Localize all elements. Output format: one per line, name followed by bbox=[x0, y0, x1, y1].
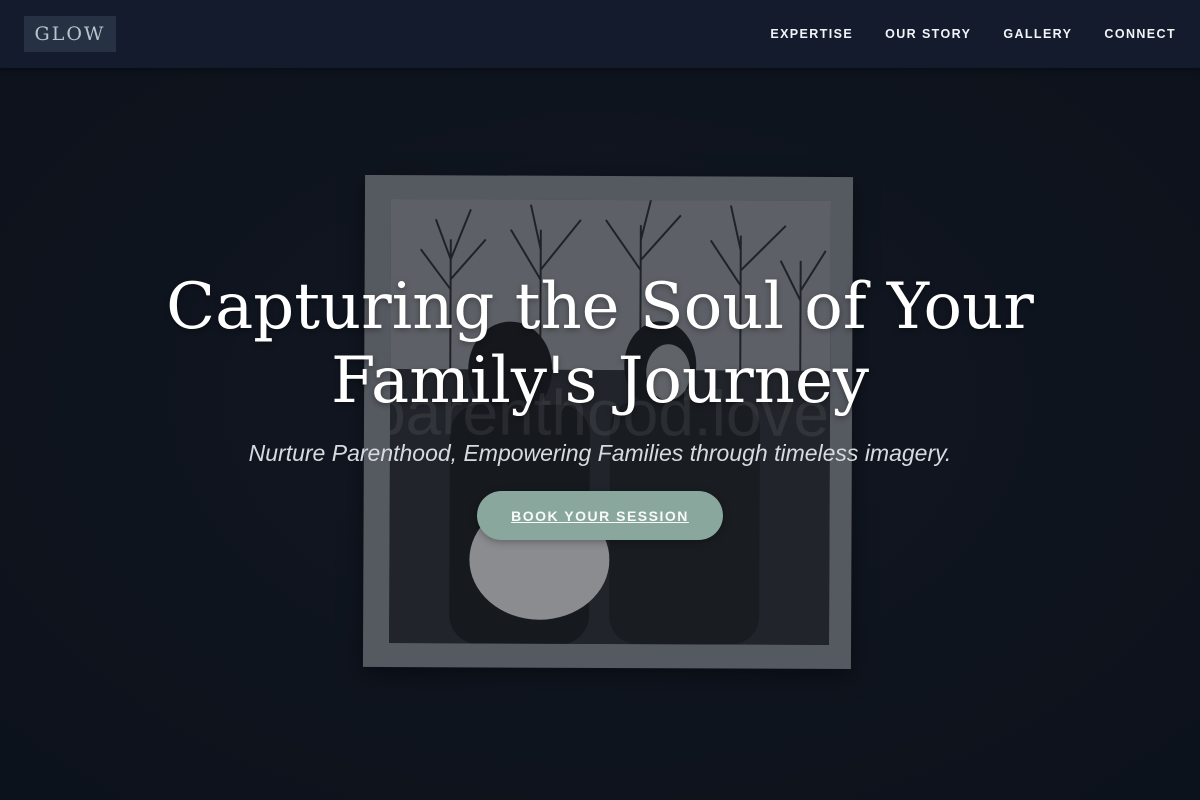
hero-section: Capturing the Soul of Your Family's Jour… bbox=[0, 270, 1200, 540]
nav-link-gallery[interactable]: GALLERY bbox=[1003, 27, 1072, 41]
hero-title-line-1: Capturing the Soul of Your bbox=[166, 270, 1034, 344]
nav-link-expertise[interactable]: EXPERTISE bbox=[770, 27, 853, 41]
navbar: GLOW EXPERTISE OUR STORY GALLERY CONNECT bbox=[0, 0, 1200, 68]
hero-title: Capturing the Soul of Your Family's Jour… bbox=[0, 270, 1200, 418]
nav-link-connect[interactable]: CONNECT bbox=[1104, 27, 1176, 41]
nav-link-our-story[interactable]: OUR STORY bbox=[885, 27, 971, 41]
logo[interactable]: GLOW bbox=[24, 16, 116, 52]
page: GLOW EXPERTISE OUR STORY GALLERY CONNECT bbox=[0, 0, 1200, 800]
hero-title-line-2: Family's Journey bbox=[330, 344, 870, 418]
main-nav: EXPERTISE OUR STORY GALLERY CONNECT bbox=[770, 0, 1176, 68]
hero-subtitle: Nurture Parenthood, Empowering Families … bbox=[248, 440, 952, 466]
book-session-button[interactable]: BOOK YOUR SESSION bbox=[477, 491, 723, 540]
